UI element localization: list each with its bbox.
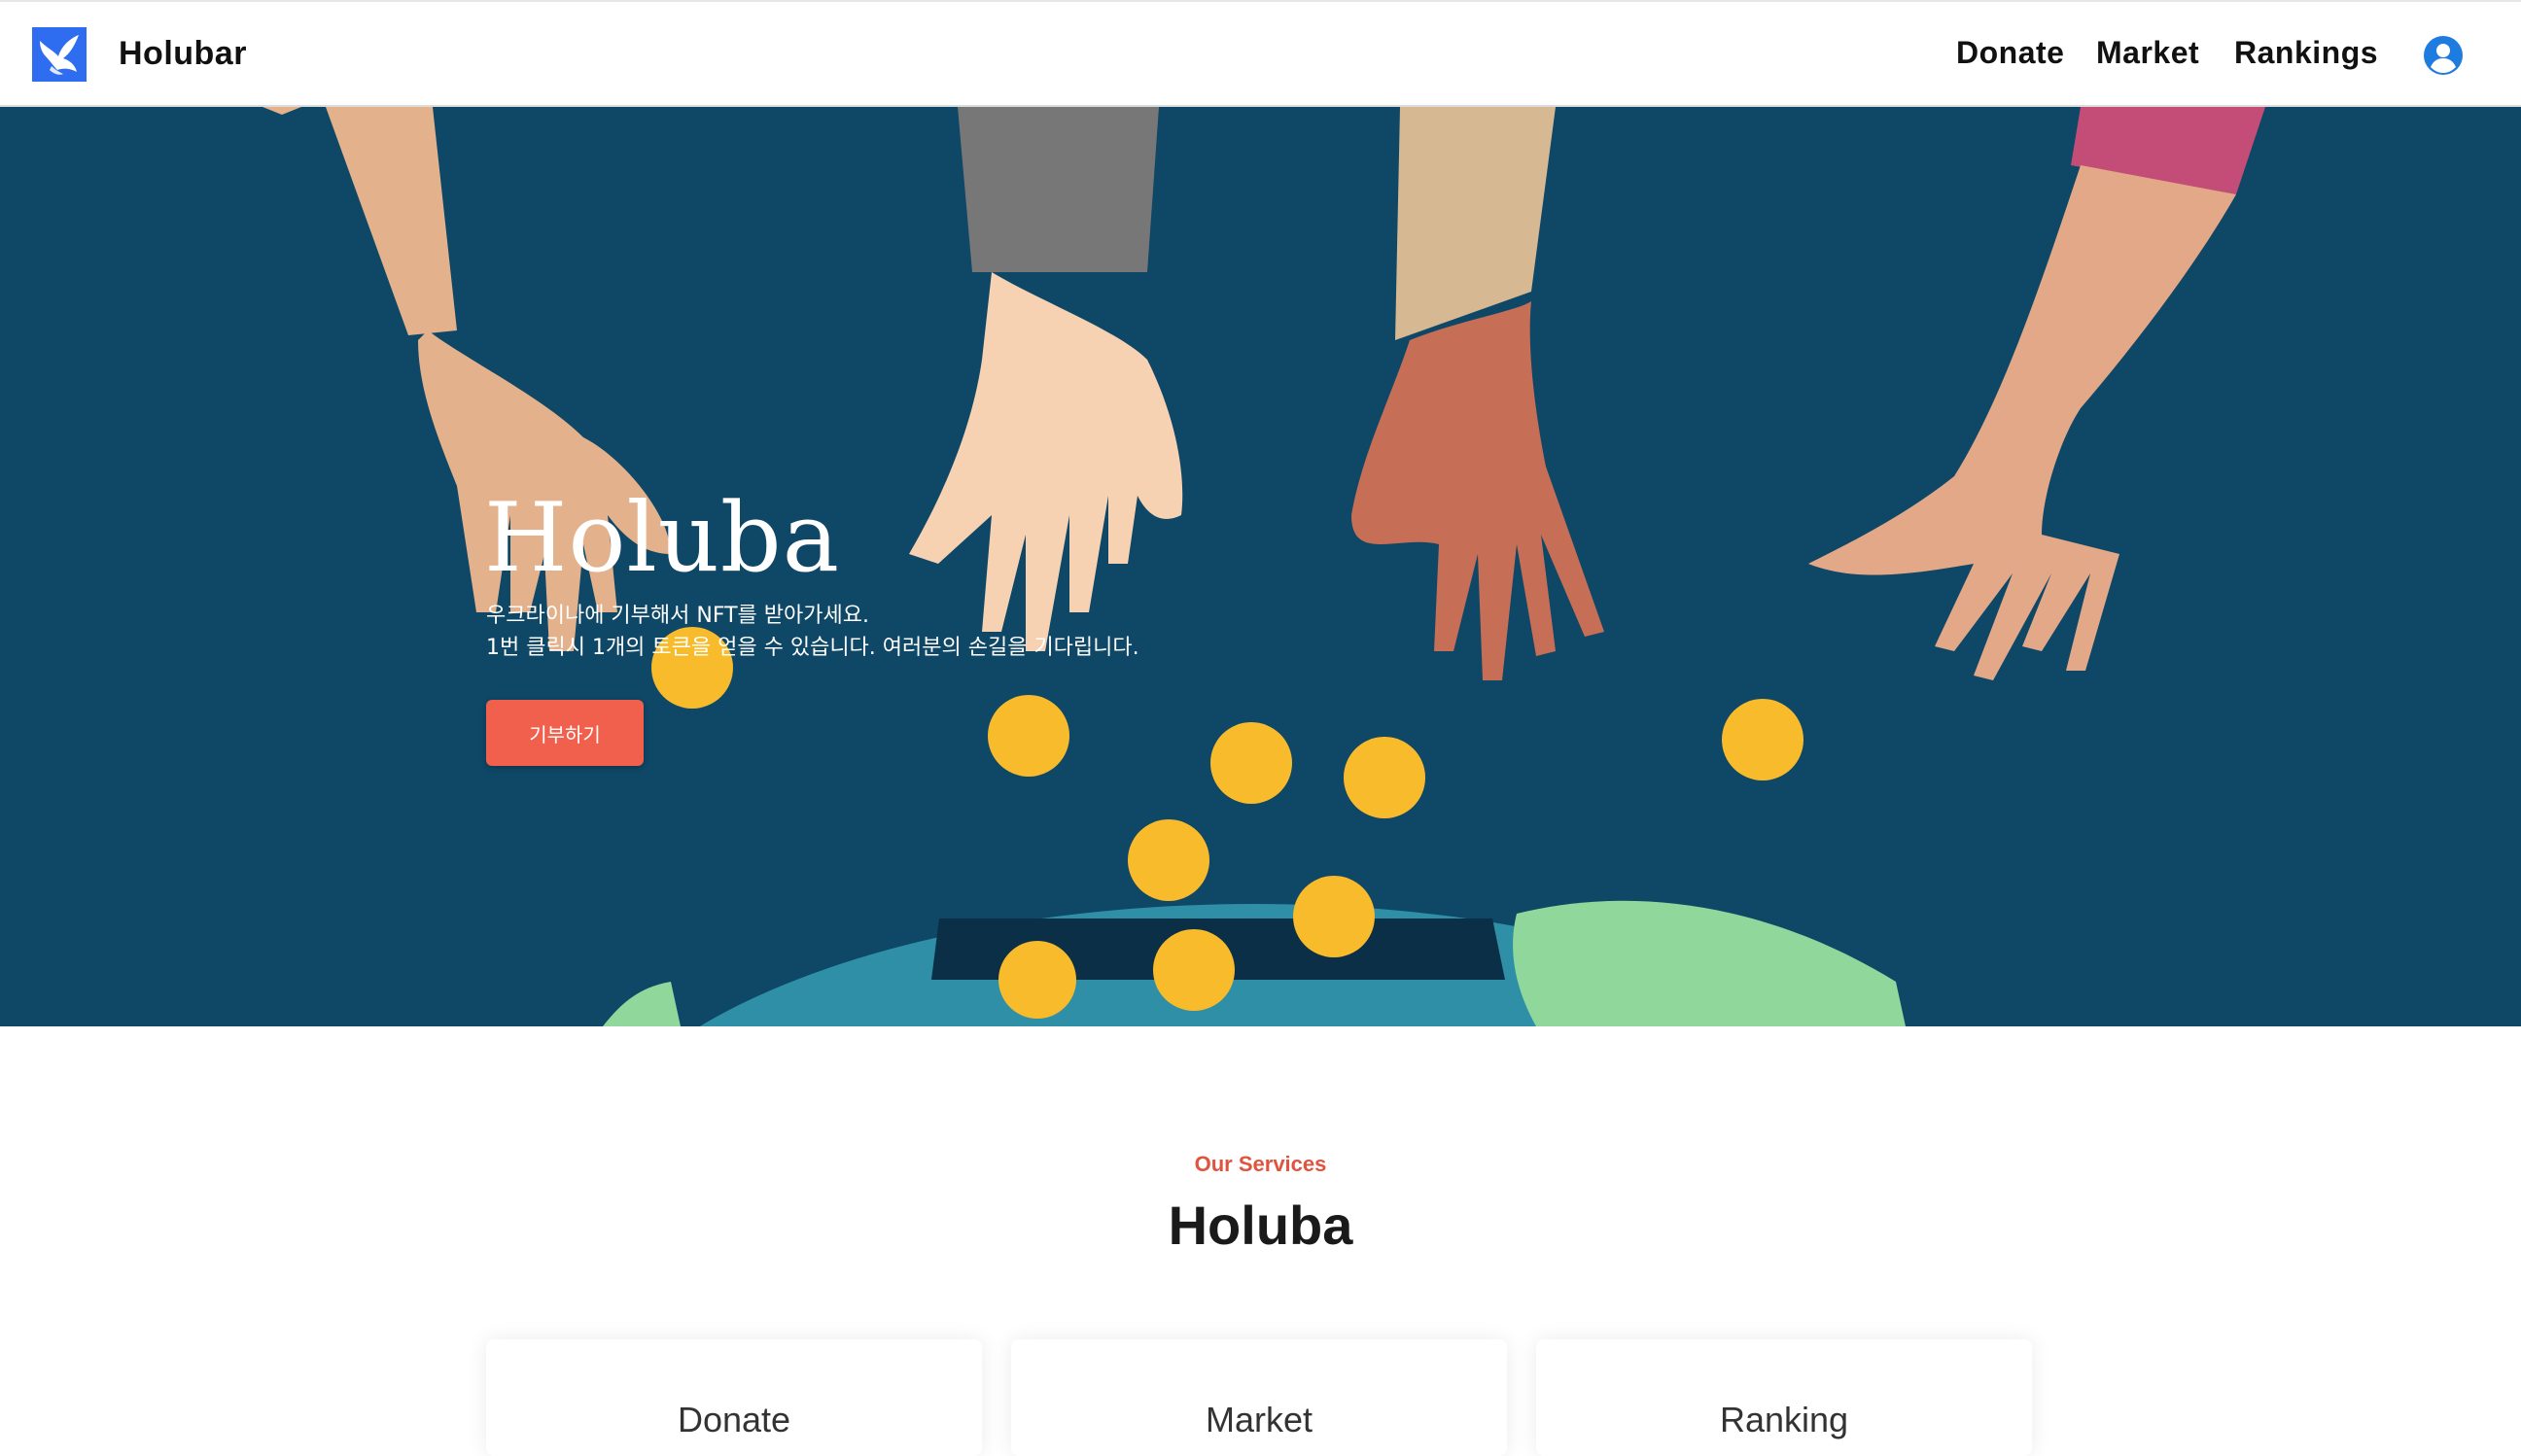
nav-donate[interactable]: Donate bbox=[1956, 35, 2064, 71]
service-card-title: Ranking bbox=[1719, 1400, 1849, 1439]
hero-banner: Holuba 우크라이나에 기부해서 NFT를 받아가세요. 1번 클릭시 1개… bbox=[0, 107, 2521, 1026]
nav-market[interactable]: Market bbox=[2096, 35, 2199, 71]
hero-title: Holuba bbox=[484, 483, 841, 594]
services-title: Holuba bbox=[1168, 1195, 1353, 1256]
user-circle-icon[interactable] bbox=[2423, 35, 2464, 76]
donate-cta-button[interactable]: 기부하기 bbox=[486, 700, 644, 766]
coins-illustration bbox=[651, 627, 1803, 1019]
service-card-title: Donate bbox=[677, 1400, 791, 1439]
brand-name[interactable]: Holubar bbox=[119, 35, 247, 73]
service-card-ranking[interactable]: Ranking bbox=[1536, 1339, 2032, 1456]
hero-description-line-2: 1번 클릭시 1개의 토큰을 얻을 수 있습니다. 여러분의 손길을 기다립니다… bbox=[486, 636, 1139, 660]
top-navbar: Holubar Donate Market Rankings bbox=[0, 0, 2521, 107]
service-card-market[interactable]: Market bbox=[1011, 1339, 1507, 1456]
dove-logo-icon[interactable] bbox=[32, 27, 87, 82]
hero-description-line-1: 우크라이나에 기부해서 NFT를 받아가세요. bbox=[486, 604, 869, 628]
service-card-title: Market bbox=[1205, 1400, 1313, 1439]
service-card-donate[interactable]: Donate bbox=[486, 1339, 982, 1456]
services-subtitle: Our Services bbox=[1194, 1152, 1327, 1176]
nav-rankings[interactable]: Rankings bbox=[2234, 35, 2378, 71]
